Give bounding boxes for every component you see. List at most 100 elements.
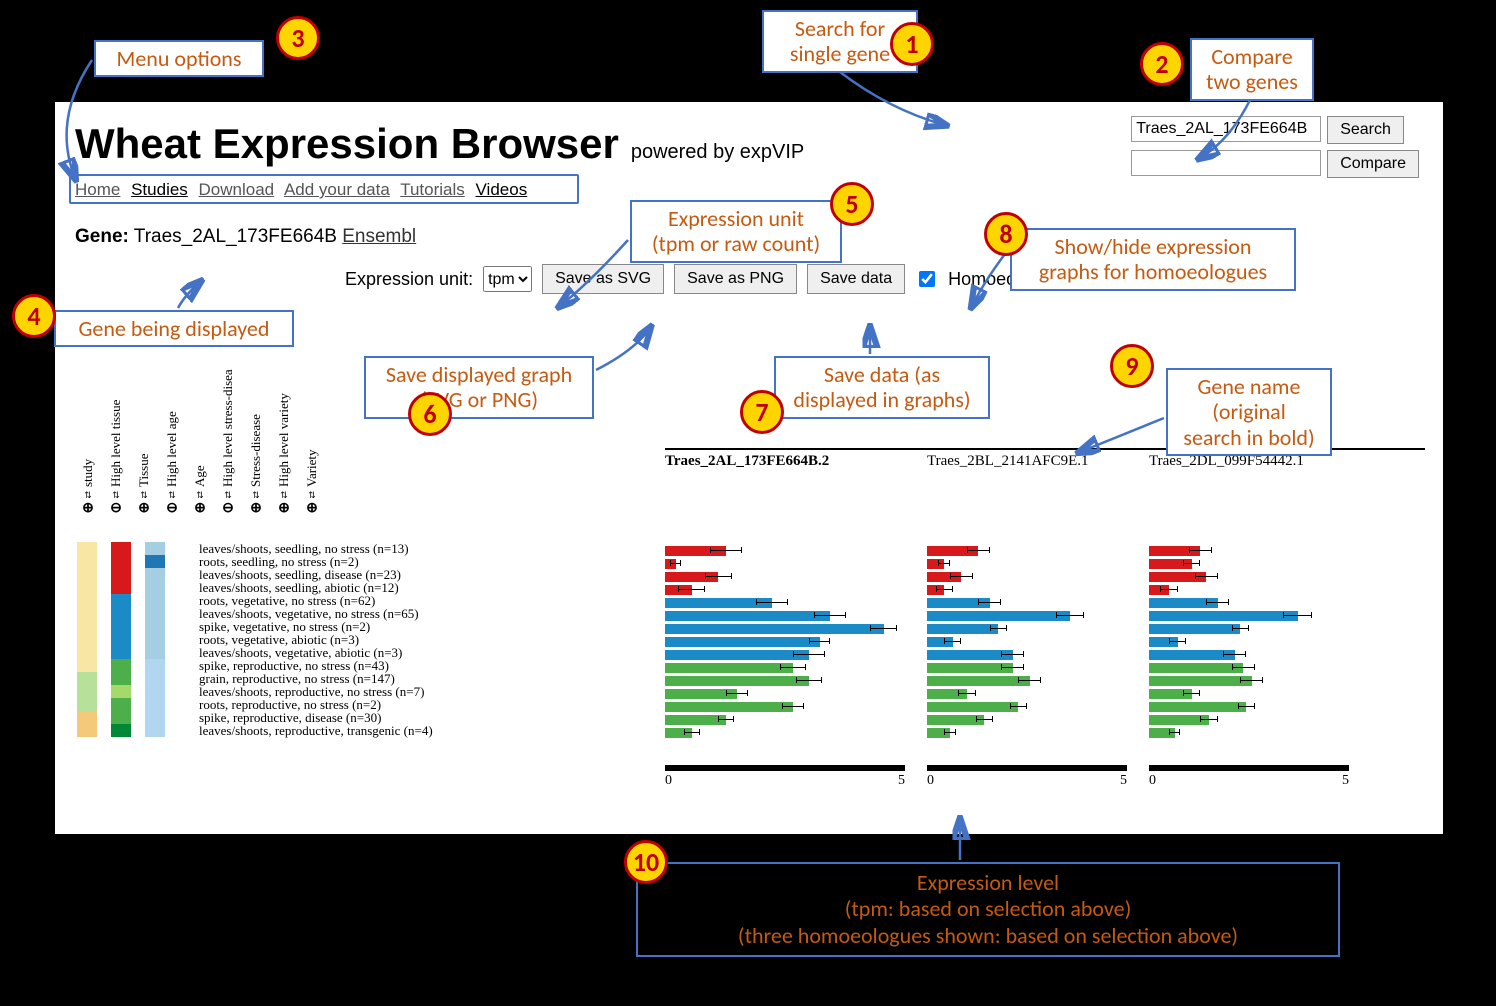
error-bar	[1195, 576, 1218, 577]
homoeologues-checkbox[interactable]	[919, 271, 935, 287]
error-bar	[1010, 706, 1027, 707]
callout-4: Gene being displayed	[54, 310, 294, 347]
sort-column[interactable]: study⇅⊕	[77, 362, 99, 516]
bar	[1149, 650, 1235, 660]
sort-toggle-icon[interactable]: ⊕	[82, 502, 94, 516]
error-bar	[718, 719, 734, 720]
bar	[665, 637, 820, 647]
badge-8: 8	[984, 212, 1028, 256]
sort-toggle-icon[interactable]: ⊕	[194, 502, 206, 516]
heatmap-column	[77, 542, 97, 737]
sort-label: Age	[192, 362, 208, 487]
callout-5: Expression unit(tpm or raw count)	[630, 200, 842, 263]
sort-arrows-icon[interactable]: ⇅	[112, 491, 120, 500]
heatmap-cell	[111, 594, 131, 607]
sort-arrows-icon[interactable]: ⇅	[224, 491, 232, 500]
expression-unit-select[interactable]: tpm	[483, 266, 532, 292]
sort-toggle-icon[interactable]: ⊕	[250, 502, 262, 516]
sort-toggle-icon[interactable]: ⊖	[222, 502, 234, 516]
gene-value: Traes_2AL_173FE664B	[134, 226, 337, 247]
heatmap-cell	[111, 620, 131, 633]
sort-column[interactable]: Tissue⇅⊕	[133, 362, 155, 516]
gene-search-input[interactable]	[1131, 116, 1321, 142]
sort-arrows-icon[interactable]: ⇅	[308, 491, 316, 500]
heatmap-cell	[145, 672, 165, 685]
heatmap-cell	[111, 607, 131, 620]
search-button[interactable]: Search	[1327, 116, 1404, 144]
sort-toggle-icon[interactable]: ⊕	[138, 502, 150, 516]
bar	[665, 676, 809, 686]
nav-highlight-frame	[69, 174, 579, 204]
callout-6: Save displayed graph(SVG or PNG)	[364, 356, 594, 419]
bar	[665, 611, 830, 621]
save-svg-button[interactable]: Save as SVG	[542, 264, 664, 294]
compare-button[interactable]: Compare	[1327, 150, 1419, 178]
sort-arrows-icon[interactable]: ⇅	[280, 491, 288, 500]
sort-toggle-icon[interactable]: ⊕	[306, 502, 318, 516]
heatmap-cell	[77, 542, 97, 555]
save-data-button[interactable]: Save data	[807, 264, 905, 294]
error-bar	[1240, 680, 1263, 681]
error-bar	[950, 576, 973, 577]
heatmap-cell	[77, 672, 97, 685]
error-bar	[705, 576, 732, 577]
error-bar	[1232, 628, 1249, 629]
error-bar	[1169, 732, 1180, 733]
page-subtitle: powered by expVIP	[631, 141, 804, 163]
sort-toggle-icon[interactable]: ⊕	[278, 502, 290, 516]
bar	[1149, 611, 1298, 621]
error-bar	[756, 602, 788, 603]
error-bar	[1056, 615, 1085, 616]
heatmap-cell	[111, 555, 131, 568]
sort-arrows-icon[interactable]: ⇅	[84, 491, 92, 500]
sort-arrows-icon[interactable]: ⇅	[168, 491, 176, 500]
bar	[927, 702, 1018, 712]
charts-area: Traes_2AL_173FE664B.2 Traes_2BL_2141AFC9…	[665, 448, 1425, 789]
expression-chart: 05	[665, 544, 927, 789]
sort-column[interactable]: High level tissue⇅⊖	[105, 362, 127, 516]
heatmap-cell	[77, 555, 97, 568]
bar	[665, 624, 884, 634]
sort-label: High level stress-disea	[220, 362, 236, 487]
badge-3: 3	[276, 16, 320, 60]
ensembl-link[interactable]: Ensembl	[342, 226, 416, 247]
sort-arrows-icon[interactable]: ⇅	[140, 491, 148, 500]
error-bar	[1001, 667, 1024, 668]
sort-toggle-icon[interactable]: ⊖	[110, 502, 122, 516]
heatmap-cell	[111, 581, 131, 594]
sort-column[interactable]: High level stress-disea ⇅ ⊖	[217, 362, 239, 516]
sort-column[interactable]: Variety⇅⊕	[301, 362, 323, 516]
error-bar	[1232, 667, 1255, 668]
sort-column[interactable]: High level age⇅⊖	[161, 362, 183, 516]
error-bar	[1160, 589, 1177, 590]
callout-7: Save data (asdisplayed in graphs)	[774, 356, 990, 419]
error-bar	[938, 563, 949, 564]
error-bar	[1018, 680, 1041, 681]
heatmap-cell	[145, 633, 165, 646]
error-bar	[978, 602, 1001, 603]
condition-label: leaves/shoots, reproductive, transgenic …	[199, 724, 433, 737]
badge-5: 5	[830, 182, 874, 226]
sort-toggle-icon[interactable]: ⊖	[166, 502, 178, 516]
sort-label: High level variety	[276, 362, 292, 487]
gene-label: Gene:	[75, 226, 129, 247]
heatmap-cell	[145, 555, 165, 568]
callout-3: Menu options	[94, 40, 264, 77]
save-png-button[interactable]: Save as PNG	[674, 264, 797, 294]
sort-arrows-icon[interactable]: ⇅	[252, 491, 260, 500]
sort-column[interactable]: High level variety ⇅ ⊕	[273, 362, 295, 516]
error-bar	[1001, 654, 1024, 655]
heatmap-cell	[145, 620, 165, 633]
sort-column[interactable]: Stress-disease⇅⊕	[245, 362, 267, 516]
axis-tick: 5	[898, 773, 905, 789]
gene-compare-input[interactable]	[1131, 150, 1321, 176]
error-bar	[814, 615, 846, 616]
heatmap-cell	[77, 607, 97, 620]
heatmap-cell	[77, 633, 97, 646]
bar	[665, 663, 793, 673]
error-bar	[976, 719, 993, 720]
badge-1: 1	[890, 22, 934, 66]
sort-column[interactable]: Age ⇅ ⊕	[189, 362, 211, 516]
sort-arrows-icon[interactable]: ⇅	[196, 491, 204, 500]
error-bar	[944, 641, 961, 642]
